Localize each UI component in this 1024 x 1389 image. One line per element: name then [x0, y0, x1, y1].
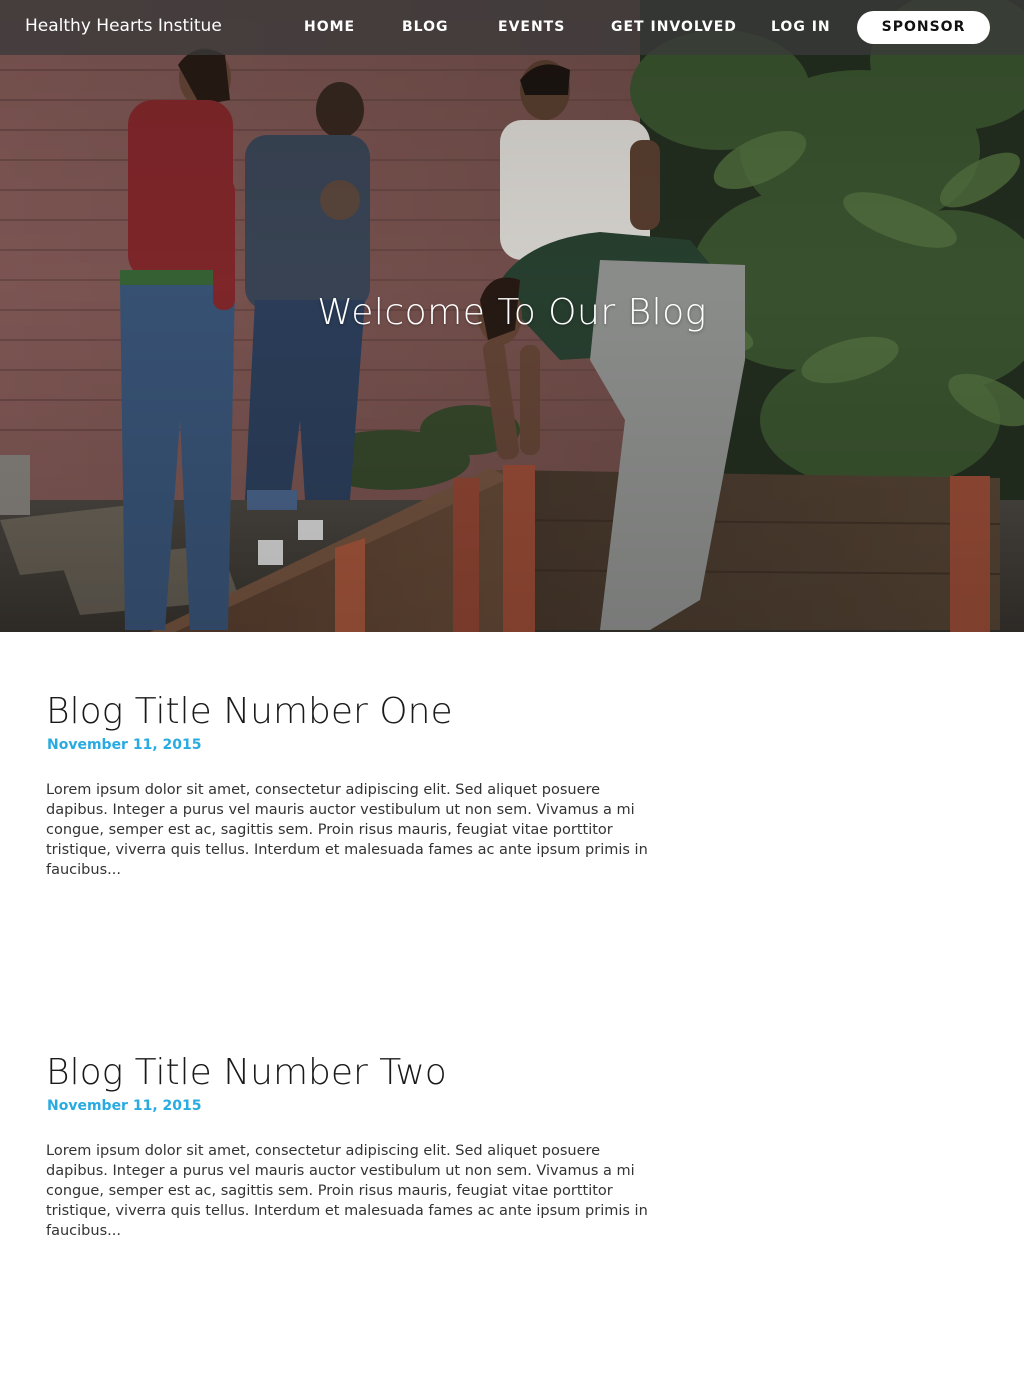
post-excerpt: Lorem ipsum dolor sit amet, consectetur …	[46, 1143, 648, 1239]
nav-get-involved-link[interactable]: GET INVOLVED	[611, 19, 737, 35]
top-navbar: Healthy Hearts Institue HOME BLOG EVENTS…	[0, 0, 1024, 55]
blog-post: Blog Title Number One November 11, 2015 …	[46, 690, 658, 880]
post-date: November 11, 2015	[47, 737, 202, 753]
hero-title: Welcome To Our Blog	[317, 292, 707, 333]
nav-blog-link[interactable]: BLOG	[402, 19, 449, 35]
site-brand-link[interactable]: Healthy Hearts Institue	[25, 16, 222, 36]
post-title-link[interactable]: Blog Title Number Two	[46, 1051, 658, 1095]
blog-post: Blog Title Number Two November 11, 2015 …	[46, 1051, 658, 1241]
nav-events-link[interactable]: EVENTS	[498, 19, 565, 35]
nav-home-link[interactable]: HOME	[304, 19, 355, 35]
post-title-link[interactable]: Blog Title Number One	[46, 690, 658, 734]
hero-banner: Welcome To Our Blog	[0, 0, 1024, 632]
post-date: November 11, 2015	[47, 1098, 202, 1114]
post-excerpt: Lorem ipsum dolor sit amet, consectetur …	[46, 782, 648, 878]
nav-log-in-link[interactable]: LOG IN	[771, 19, 831, 35]
sponsor-button[interactable]: SPONSOR	[857, 11, 990, 44]
